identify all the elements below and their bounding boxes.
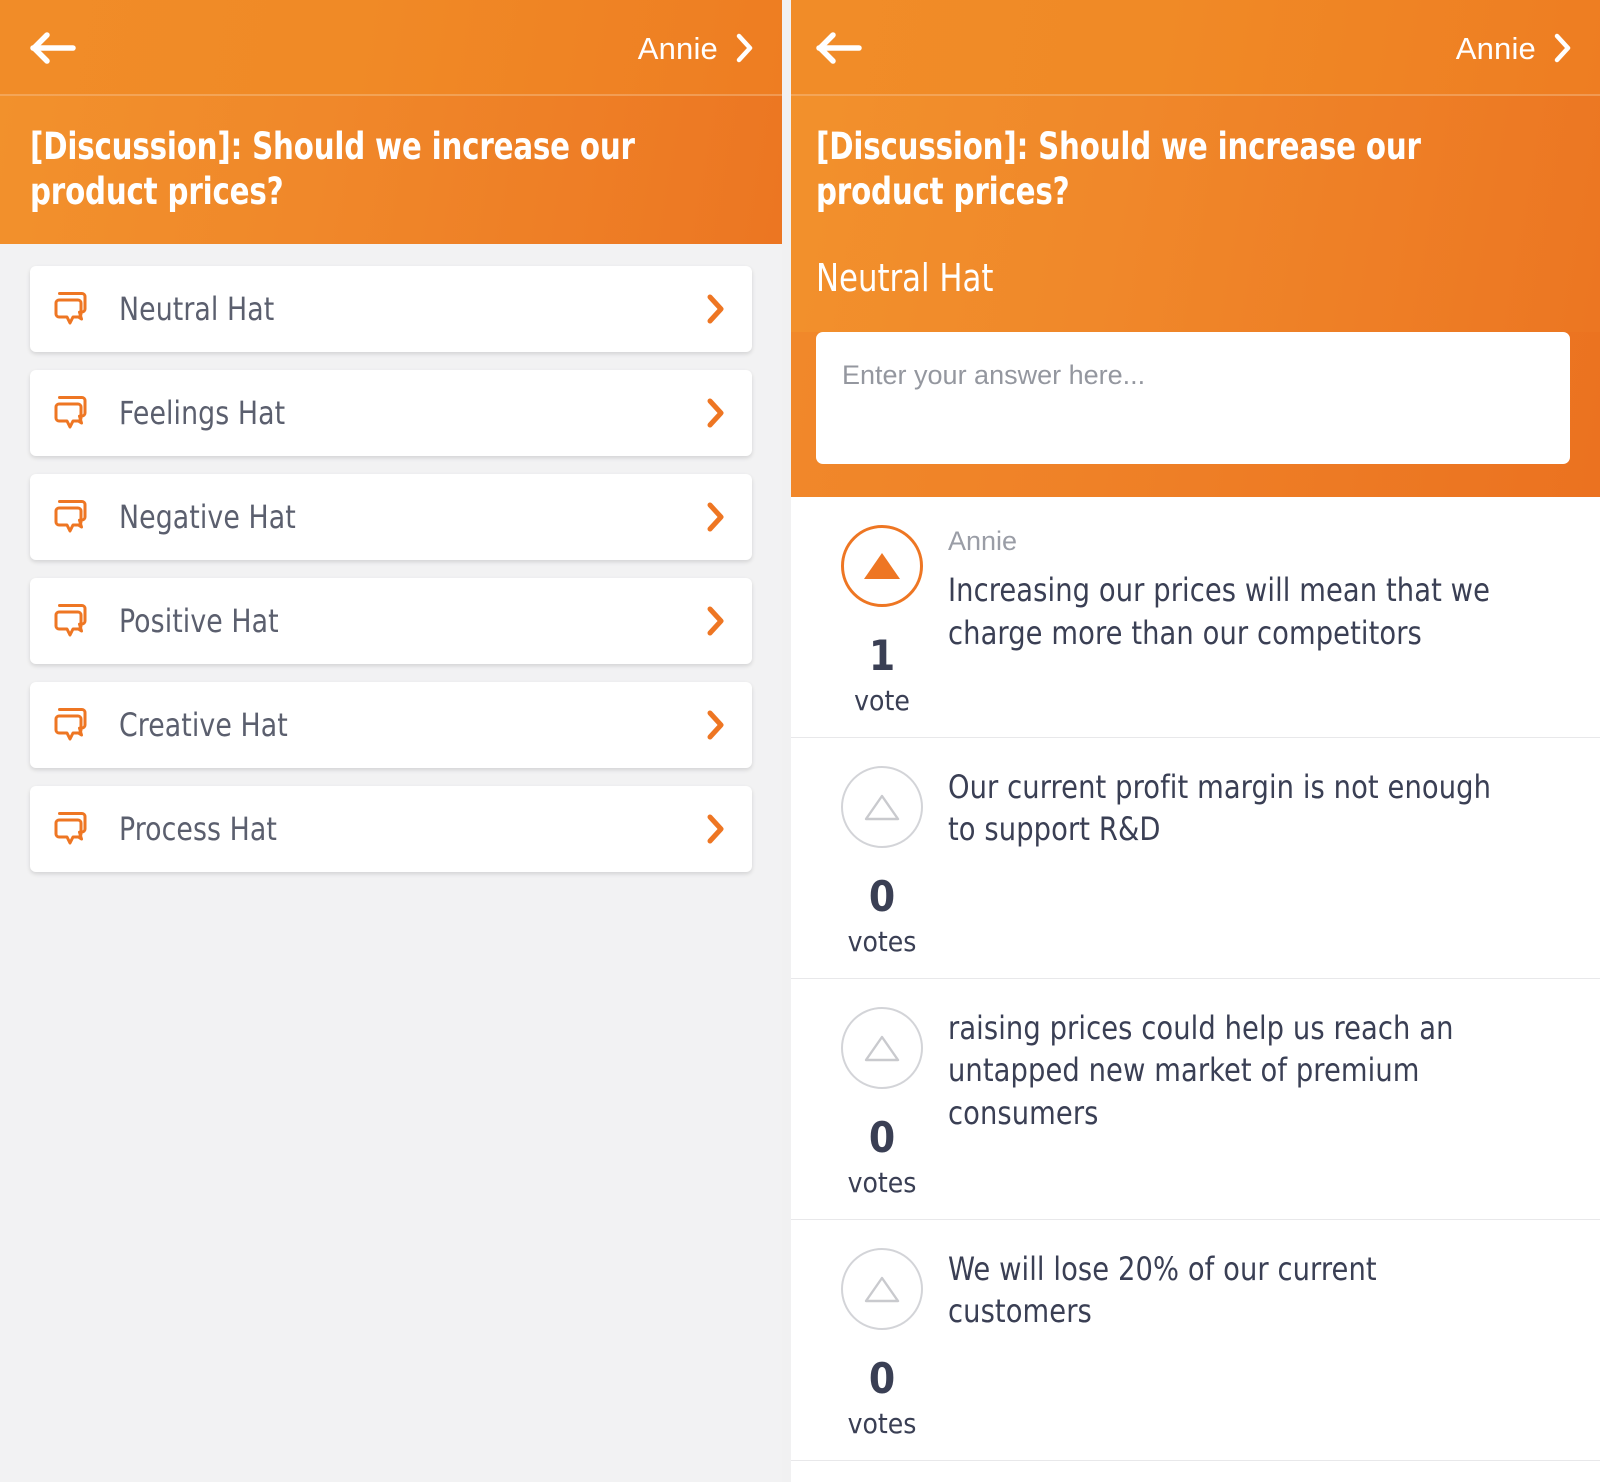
page-title: [Discussion]: Should we increase our pro… <box>30 125 635 214</box>
answer-body: raising prices could help us reach an un… <box>948 1005 1570 1135</box>
vote-label: votes <box>847 1165 917 1199</box>
left-title-block: [Discussion]: Should we increase our pro… <box>0 96 782 245</box>
page-title: [Discussion]: Should we increase our pro… <box>816 125 1421 214</box>
answer-row: 0 votes We will lose 20% of our current … <box>786 1220 1600 1461</box>
triangle-up-icon <box>861 1030 903 1066</box>
chevron-right-icon <box>706 709 726 741</box>
left-topbar: Annie <box>0 0 782 96</box>
chevron-right-icon <box>706 293 726 325</box>
hat-subtitle: Neutral Hat <box>816 256 994 301</box>
vote-count: 1 <box>868 630 896 680</box>
hat-list-item-process[interactable]: Process Hat <box>30 786 752 873</box>
back-arrow-icon[interactable] <box>30 31 76 65</box>
chevron-right-icon <box>706 605 726 637</box>
right-panel-edge-strip <box>786 0 791 1482</box>
answer-input[interactable] <box>816 331 1570 464</box>
right-title-block: [Discussion]: Should we increase our pro… <box>786 96 1600 332</box>
answer-input-container <box>786 331 1600 497</box>
hat-list-item-feelings[interactable]: Feelings Hat <box>30 370 752 457</box>
chat-bubbles-icon <box>52 809 92 849</box>
hat-list-item-label: Neutral Hat <box>119 290 275 329</box>
chevron-right-icon <box>706 397 726 429</box>
hat-list-item-creative[interactable]: Creative Hat <box>30 682 752 769</box>
vote-column: 1 vote <box>816 523 948 715</box>
hat-list-item-label: Positive Hat <box>119 602 279 641</box>
chevron-right-icon <box>736 33 754 63</box>
chat-bubbles-icon <box>52 497 92 537</box>
answer-author: Annie <box>948 525 1018 556</box>
right-topbar: Annie <box>786 0 1600 96</box>
hat-list-item-label: Process Hat <box>119 810 278 849</box>
hat-list-item-label: Negative Hat <box>119 498 296 537</box>
vote-count: 0 <box>868 871 896 921</box>
vote-count: 0 <box>868 1112 896 1162</box>
hat-list-item-label: Feelings Hat <box>119 394 286 433</box>
hat-list: Neutral Hat Feelings Hat Negative Hat Po… <box>0 244 782 1245</box>
answer-body: We will lose 20% of our current customer… <box>948 1246 1570 1333</box>
right-screen: Annie [Discussion]: Should we increase o… <box>786 0 1600 1482</box>
triangle-up-icon <box>861 548 903 584</box>
upvote-button[interactable] <box>841 1247 923 1330</box>
triangle-up-icon <box>861 1271 903 1307</box>
chevron-right-icon <box>706 501 726 533</box>
answer-text: Our current profit margin is not enough … <box>948 767 1492 849</box>
vote-label: vote <box>854 683 910 717</box>
vote-column: 0 votes <box>816 764 948 956</box>
answer-row: 0 votes Our current profit margin is not… <box>786 738 1600 979</box>
vote-count: 0 <box>868 1353 896 1403</box>
vote-column: 0 votes <box>816 1005 948 1197</box>
dual-screen-container: Annie [Discussion]: Should we increase o… <box>0 0 1600 1482</box>
chevron-right-icon <box>1554 33 1572 63</box>
chevron-right-icon <box>706 813 726 845</box>
answer-body: Annie Increasing our prices will mean th… <box>948 523 1570 654</box>
answer-body: Our current profit margin is not enough … <box>948 764 1570 851</box>
answer-text: We will lose 20% of our current customer… <box>948 1249 1377 1331</box>
chat-bubbles-icon <box>52 601 92 641</box>
answer-row: 1 vote Annie Increasing our prices will … <box>786 497 1600 738</box>
upvote-button[interactable] <box>841 765 923 848</box>
upvote-button[interactable] <box>841 1006 923 1089</box>
vote-label: votes <box>847 1406 917 1440</box>
answer-list: 1 vote Annie Increasing our prices will … <box>786 496 1600 1461</box>
upvote-button[interactable] <box>841 524 923 607</box>
answer-row: 0 votes raising prices could help us rea… <box>786 979 1600 1220</box>
user-name-label: Annie <box>637 30 718 66</box>
triangle-up-icon <box>861 789 903 825</box>
hat-list-item-negative[interactable]: Negative Hat <box>30 474 752 561</box>
hat-list-item-label: Creative Hat <box>119 706 288 745</box>
left-screen: Annie [Discussion]: Should we increase o… <box>0 0 782 1482</box>
answer-text: Increasing our prices will mean that we … <box>948 571 1491 652</box>
hat-list-item-positive[interactable]: Positive Hat <box>30 578 752 665</box>
user-menu-button[interactable]: Annie <box>638 33 754 64</box>
back-arrow-icon[interactable] <box>816 31 862 65</box>
hat-list-item-neutral[interactable]: Neutral Hat <box>30 266 752 353</box>
answer-text: raising prices could help us reach an un… <box>948 1008 1454 1132</box>
chat-bubbles-icon <box>52 705 92 745</box>
chat-bubbles-icon <box>52 289 92 329</box>
user-menu-button[interactable]: Annie <box>1456 33 1572 64</box>
chat-bubbles-icon <box>52 393 92 433</box>
vote-column: 0 votes <box>816 1246 948 1438</box>
user-name-label: Annie <box>1455 30 1536 66</box>
vote-label: votes <box>847 924 917 958</box>
